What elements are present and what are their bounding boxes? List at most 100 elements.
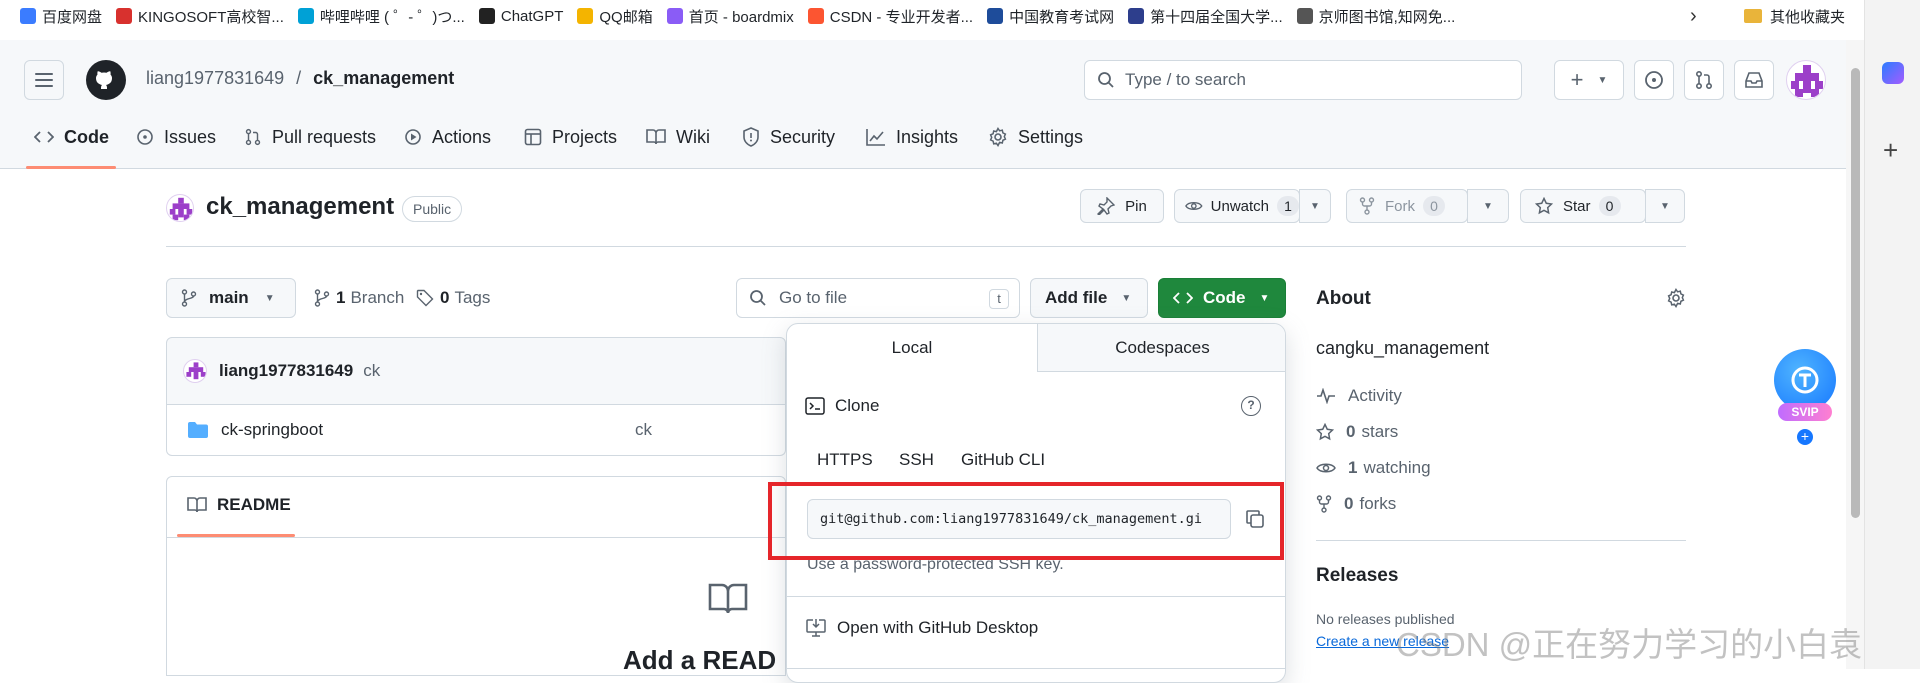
readme-empty-heading: Add a READ (623, 645, 777, 675)
readme-tab[interactable]: README (187, 495, 291, 515)
widget-add-icon[interactable]: + (1797, 429, 1813, 445)
bookmarks-more-chevron-icon[interactable]: › (1690, 6, 1710, 26)
bookmark-label: 京师图书馆,知网免... (1318, 8, 1456, 26)
star-button[interactable]: Star 0 (1520, 189, 1646, 223)
user-avatar[interactable] (1786, 60, 1826, 100)
global-search-input[interactable]: Type / to search (1084, 60, 1522, 100)
code-dropdown-button[interactable]: Code ▼ (1158, 278, 1286, 318)
help-icon[interactable]: ? (1241, 396, 1261, 416)
star-icon (1316, 423, 1334, 441)
bookmark-item[interactable]: CSDN - 专业开发者... (804, 0, 983, 32)
bookmark-item[interactable]: QQ邮箱 (573, 0, 662, 32)
github-logo-icon[interactable] (86, 60, 126, 100)
pin-label: Pin (1125, 197, 1147, 215)
tab-projects[interactable]: Projects (524, 121, 617, 153)
file-commit-message[interactable]: ck (635, 420, 652, 440)
watch-options-button[interactable]: ▼ (1299, 189, 1331, 223)
popup-tab-local[interactable]: Local (787, 324, 1037, 372)
floating-assistant-widget[interactable] (1774, 349, 1836, 411)
watching-link[interactable]: 1 watching (1316, 458, 1431, 478)
releases-title[interactable]: Releases (1316, 565, 1398, 587)
stars-link[interactable]: 0 stars (1316, 422, 1398, 442)
create-new-button[interactable]: + ▼ (1554, 60, 1624, 100)
go-to-file-input[interactable]: Go to file t (736, 278, 1020, 318)
protocol-https[interactable]: HTTPS (817, 450, 873, 470)
tab-insights[interactable]: Insights (866, 121, 958, 153)
code-button-label: Code (1203, 288, 1246, 307)
add-file-button[interactable]: Add file ▼ (1030, 278, 1148, 318)
pin-button[interactable]: Pin (1080, 189, 1164, 223)
branches-link[interactable]: 1 Branch (314, 288, 404, 308)
caret-down-icon: ▼ (1259, 292, 1270, 304)
star-options-button[interactable]: ▼ (1645, 189, 1685, 223)
protocol-ssh[interactable]: SSH (899, 450, 934, 470)
menu-button[interactable] (24, 60, 64, 100)
tab-wiki[interactable]: Wiki (646, 121, 710, 153)
tags-link[interactable]: 0 Tags (416, 288, 490, 308)
tab-settings[interactable]: Settings (988, 121, 1083, 153)
commit-author[interactable]: liang1977831649 (219, 361, 353, 381)
fork-button[interactable]: Fork 0 (1346, 189, 1468, 223)
scrollbar-thumb[interactable] (1851, 68, 1860, 518)
issue-icon (137, 129, 153, 145)
search-icon (1098, 72, 1114, 88)
bilibili-icon (297, 8, 314, 24)
branch-count: 1 (336, 288, 346, 307)
tab-issues[interactable]: Issues (136, 121, 216, 153)
bookmark-item[interactable]: 百度网盘 (16, 0, 112, 32)
copilot-icon[interactable] (1882, 62, 1904, 84)
breadcrumb-owner[interactable]: liang1977831649 (146, 68, 284, 89)
tab-issues-label: Issues (164, 126, 217, 147)
add-sidebar-icon[interactable]: + (1883, 137, 1898, 163)
open-with-desktop[interactable]: Open with GitHub Desktop (805, 618, 1038, 638)
tab-actions-label: Actions (432, 126, 492, 147)
protocol-github-cli[interactable]: GitHub CLI (961, 450, 1045, 470)
unwatch-button[interactable]: Unwatch 1 (1174, 189, 1300, 223)
popup-tab-local-label: Local (891, 337, 933, 357)
pull-requests-shortcut-button[interactable] (1684, 60, 1724, 100)
tab-code[interactable]: Code (34, 121, 109, 153)
inbox-icon (1745, 72, 1763, 88)
activity-link[interactable]: Activity (1316, 386, 1402, 406)
breadcrumb-separator: / (296, 68, 302, 88)
forks-link[interactable]: 0 forks (1316, 494, 1396, 514)
stars-count: 0 (1346, 422, 1356, 441)
plus-icon: + (1570, 67, 1584, 92)
popup-tab-codespaces[interactable]: Codespaces (1037, 324, 1285, 372)
fork-count: 0 (1423, 196, 1445, 216)
bookmark-item[interactable]: ChatGPT (475, 0, 574, 32)
branch-selector[interactable]: main ▼ (166, 278, 296, 318)
issues-shortcut-button[interactable] (1634, 60, 1674, 100)
bookmark-item[interactable]: 中国教育考试网 (983, 0, 1124, 32)
bookmark-item[interactable]: 第十四届全国大学... (1124, 0, 1293, 32)
browser-side-rail: + (1864, 0, 1920, 669)
popup-tab-codespaces-label: Codespaces (1115, 337, 1210, 357)
commit-message[interactable]: ck (363, 361, 380, 381)
fork-options-button[interactable]: ▼ (1467, 189, 1509, 223)
bookmark-item[interactable]: KINGOSOFT高校智... (112, 0, 294, 32)
readme-empty-book-icon (707, 581, 749, 617)
tab-wiki-label: Wiki (676, 126, 710, 147)
tab-actions[interactable]: Actions (404, 121, 491, 153)
other-bookmarks[interactable]: 其他收藏夹 (1744, 0, 1845, 32)
csdn-watermark: CSDN @正在努力学习的小白袁 (1396, 626, 1863, 663)
about-settings-icon[interactable] (1666, 288, 1686, 308)
file-row[interactable]: ck-springboot ck (166, 404, 786, 456)
breadcrumb-repo[interactable]: ck_management (313, 68, 454, 89)
tab-security[interactable]: Security (742, 121, 835, 153)
bookmark-item[interactable]: 首页 - boardmix (663, 0, 804, 32)
bookmark-item[interactable]: 哔哩哔哩 ( ゜- ゜)つ... (294, 0, 475, 32)
popup-divider (787, 596, 1285, 597)
tag-icon (416, 289, 434, 307)
repo-title[interactable]: ck_management (206, 193, 394, 221)
bookmark-item[interactable]: 京师图书馆,知网免... (1293, 0, 1466, 32)
file-name[interactable]: ck-springboot (221, 420, 323, 440)
openai-icon (478, 8, 495, 24)
inbox-button[interactable] (1734, 60, 1774, 100)
readme-panel: README Add a READ (166, 476, 786, 676)
bookmark-label: 第十四届全国大学... (1150, 8, 1283, 26)
page-scrollbar[interactable] (1846, 40, 1864, 669)
active-tab-underline (26, 166, 116, 169)
tab-pull-requests[interactable]: Pull requests (244, 121, 376, 153)
forks-label: forks (1359, 494, 1397, 513)
